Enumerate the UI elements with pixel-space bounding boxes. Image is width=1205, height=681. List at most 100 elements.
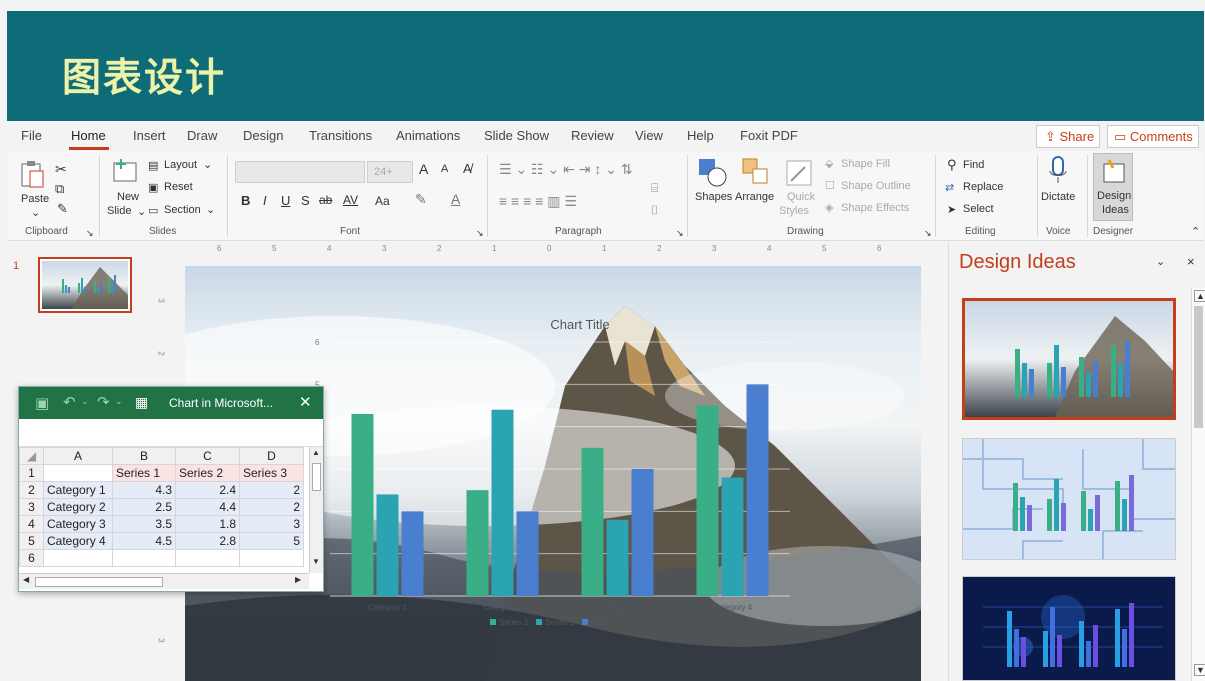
paragraph-launcher-icon[interactable]: ↘ bbox=[676, 228, 684, 239]
tab-file[interactable]: File bbox=[21, 128, 42, 143]
paste-dropdown-icon[interactable]: ⌄ bbox=[31, 206, 40, 219]
new-slide-icon[interactable] bbox=[111, 157, 139, 185]
shapes-button[interactable]: Shapes bbox=[695, 191, 732, 203]
tab-home[interactable]: Home bbox=[71, 128, 106, 143]
cell[interactable]: Series 3 bbox=[239, 464, 304, 482]
tab-review[interactable]: Review bbox=[571, 128, 614, 143]
edit-in-excel-icon[interactable]: ▦ bbox=[135, 394, 148, 411]
cell[interactable]: Category 4 bbox=[43, 532, 113, 550]
reset-icon[interactable]: ▣ bbox=[148, 181, 158, 194]
cell[interactable]: 4.5 bbox=[112, 532, 176, 550]
chevron-down-icon[interactable]: ⌄ bbox=[115, 396, 123, 407]
row-header[interactable]: 5 bbox=[19, 532, 44, 550]
grow-font-button[interactable]: A bbox=[419, 161, 428, 177]
shadow-button[interactable]: S bbox=[301, 193, 310, 208]
save-icon[interactable]: ▣ bbox=[35, 394, 49, 412]
cell[interactable] bbox=[112, 549, 176, 567]
cell[interactable]: 2.4 bbox=[175, 481, 240, 499]
scroll-down-icon[interactable]: ▼ bbox=[312, 557, 320, 566]
close-icon[interactable]: ✕ bbox=[299, 393, 312, 411]
cell[interactable]: Series 2 bbox=[175, 464, 240, 482]
row-header[interactable]: 3 bbox=[19, 498, 44, 516]
cell[interactable]: 1.8 bbox=[175, 515, 240, 533]
text-direction-icon[interactable]: ⌸ bbox=[651, 181, 658, 196]
select-button[interactable]: Select bbox=[963, 203, 994, 215]
quick-styles-label-1[interactable]: Quick bbox=[787, 191, 815, 203]
scroll-thumb[interactable] bbox=[312, 463, 321, 491]
column-header[interactable]: D bbox=[239, 447, 304, 465]
tab-insert[interactable]: Insert bbox=[133, 128, 166, 143]
scroll-thumb[interactable] bbox=[1194, 306, 1203, 428]
cell[interactable] bbox=[43, 464, 113, 482]
scroll-right-icon[interactable]: ▶ bbox=[295, 575, 301, 584]
column-header[interactable]: B bbox=[112, 447, 176, 465]
formula-bar[interactable] bbox=[19, 419, 323, 447]
find-button[interactable]: Find bbox=[963, 159, 984, 171]
design-idea-1[interactable] bbox=[962, 298, 1176, 420]
arrange-button[interactable]: Arrange bbox=[735, 191, 774, 203]
chevron-down-icon[interactable]: ⌄ bbox=[206, 203, 215, 216]
italic-button[interactable]: I bbox=[263, 193, 267, 208]
scroll-thumb[interactable] bbox=[35, 577, 163, 587]
new-slide-label-1[interactable]: New bbox=[117, 191, 139, 203]
cell[interactable] bbox=[239, 549, 304, 567]
horizontal-scrollbar[interactable]: ◀ ▶ bbox=[19, 573, 309, 589]
align-text-icon[interactable]: ⌷ bbox=[651, 203, 658, 218]
search-icon[interactable]: ⚲ bbox=[947, 157, 957, 173]
section-icon[interactable]: ▭ bbox=[148, 204, 158, 217]
shapes-icon[interactable] bbox=[697, 157, 729, 187]
shape-effects-icon[interactable]: ◈ bbox=[825, 201, 833, 214]
chevron-down-icon[interactable]: ⌄ bbox=[203, 158, 212, 171]
format-painter-icon[interactable]: ✎ bbox=[57, 201, 68, 217]
cell[interactable]: Category 3 bbox=[43, 515, 113, 533]
quick-styles-label-2[interactable]: Styles bbox=[779, 205, 809, 217]
drawing-launcher-icon[interactable]: ↘ bbox=[924, 228, 932, 239]
section-button[interactable]: Section bbox=[164, 204, 201, 216]
scroll-down-icon[interactable]: ▼ bbox=[1194, 664, 1205, 676]
tab-view[interactable]: View bbox=[635, 128, 663, 143]
dictate-button[interactable]: Dictate bbox=[1041, 191, 1075, 203]
arrange-icon[interactable] bbox=[741, 157, 771, 187]
cell[interactable] bbox=[175, 549, 240, 567]
cell[interactable]: 3.5 bbox=[112, 515, 176, 533]
tab-foxit-pdf[interactable]: Foxit PDF bbox=[740, 128, 798, 143]
cell[interactable]: 5 bbox=[239, 532, 304, 550]
share-button[interactable]: ⇪ Share bbox=[1036, 125, 1100, 148]
comments-button[interactable]: ▭ Comments bbox=[1107, 125, 1199, 148]
font-launcher-icon[interactable]: ↘ bbox=[476, 228, 484, 239]
bold-button[interactable]: B bbox=[241, 193, 250, 208]
layout-button[interactable]: Layout bbox=[164, 159, 197, 171]
quick-styles-icon[interactable] bbox=[785, 157, 815, 187]
row-header[interactable]: 4 bbox=[19, 515, 44, 533]
cell[interactable]: 3 bbox=[239, 515, 304, 533]
scroll-up-icon[interactable]: ▲ bbox=[1194, 290, 1205, 302]
row-header[interactable]: 1 bbox=[19, 464, 44, 482]
clipboard-launcher-icon[interactable]: ↘ bbox=[86, 228, 94, 239]
font-size-input[interactable]: 24+ bbox=[367, 161, 413, 183]
scroll-left-icon[interactable]: ◀ bbox=[23, 575, 29, 584]
tab-draw[interactable]: Draw bbox=[187, 128, 217, 143]
column-header[interactable]: A bbox=[43, 447, 113, 465]
redo-icon[interactable]: ↷ bbox=[97, 393, 110, 411]
font-name-input[interactable] bbox=[235, 161, 365, 183]
cell[interactable]: 2.5 bbox=[112, 498, 176, 516]
layout-icon[interactable]: ▤ bbox=[148, 159, 158, 172]
design-ideas-button[interactable]: Design Ideas bbox=[1093, 153, 1133, 221]
replace-icon[interactable]: ⇄ bbox=[945, 181, 954, 194]
cell[interactable]: 2 bbox=[239, 481, 304, 499]
select-all-corner[interactable]: ◢ bbox=[19, 447, 44, 465]
cell[interactable]: 4.4 bbox=[175, 498, 240, 516]
shape-fill-icon[interactable]: ⬙ bbox=[825, 157, 833, 170]
cell[interactable]: Category 1 bbox=[43, 481, 113, 499]
select-icon[interactable]: ➤ bbox=[947, 203, 956, 216]
highlight-icon[interactable]: ✎ bbox=[415, 191, 427, 208]
design-pane-scrollbar[interactable]: ▲ ▼ bbox=[1191, 288, 1205, 681]
cell[interactable]: 2.8 bbox=[175, 532, 240, 550]
copy-icon[interactable]: ⧉ bbox=[55, 181, 64, 197]
character-spacing-button[interactable]: AV bbox=[343, 193, 358, 207]
alignment-icons[interactable]: ≡ ≡ ≡ ≡ ▥ ☰ bbox=[499, 193, 577, 210]
microphone-icon[interactable] bbox=[1047, 155, 1069, 187]
chevron-down-icon[interactable]: ⌄ bbox=[137, 205, 146, 218]
tab-animations[interactable]: Animations bbox=[396, 128, 460, 143]
paste-label[interactable]: Paste bbox=[21, 193, 49, 205]
